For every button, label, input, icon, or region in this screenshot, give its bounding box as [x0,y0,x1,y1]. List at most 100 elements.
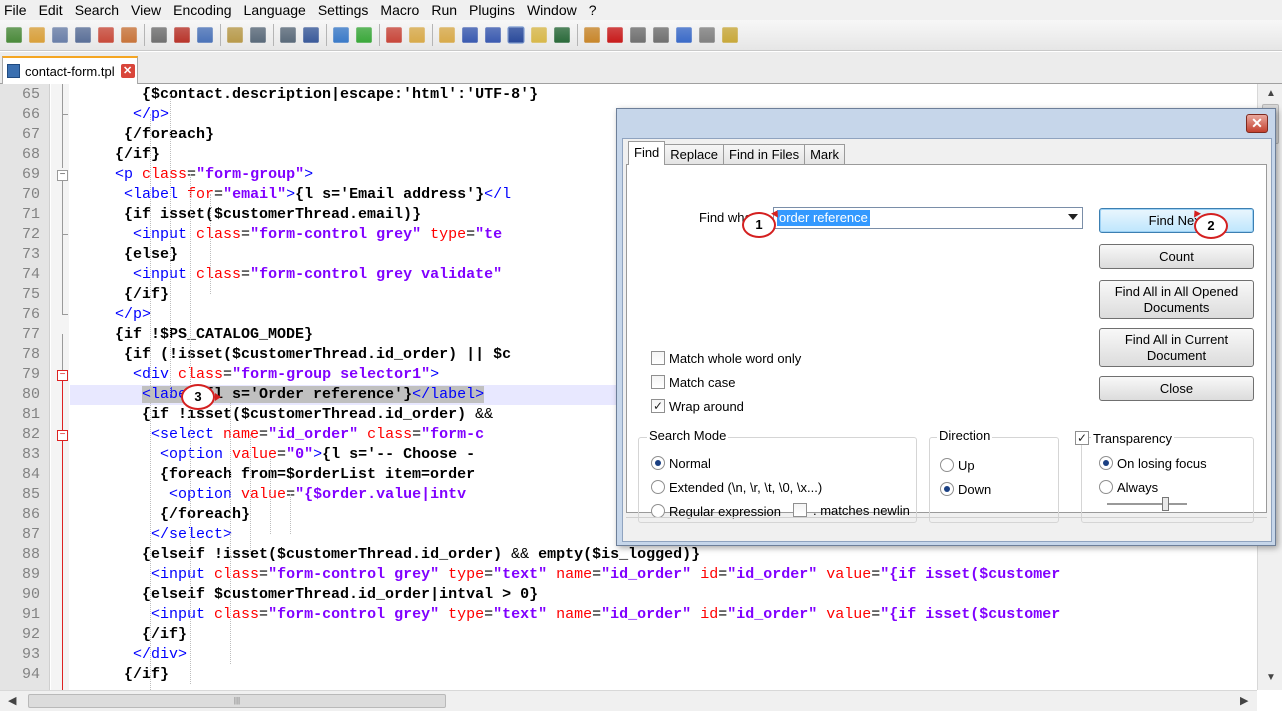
tab-find[interactable]: Find [628,141,666,165]
line-number: 69 [21,166,40,183]
show-all-chars-icon[interactable] [485,27,501,43]
code-token: {if (!isset($customerThread.id_order) ||… [124,346,512,363]
word-wrap-icon[interactable] [462,27,478,43]
match-whole-word-checkbox[interactable] [651,351,665,365]
save-all-icon[interactable] [75,27,91,43]
save-macro-icon[interactable] [699,27,715,43]
replace-icon[interactable] [333,27,349,43]
down-radio[interactable] [940,482,954,496]
code-token: && [475,406,494,423]
play-macro-icon[interactable] [653,27,669,43]
dialog-close-icon[interactable]: ✕ [1246,114,1268,133]
code-line[interactable]: <input class="form-control grey" type="t… [70,565,1257,585]
function-list-icon[interactable] [554,27,570,43]
menu-plugins[interactable]: Plugins [463,0,521,20]
sync-vertical-icon[interactable] [409,27,425,43]
menu-settings[interactable]: Settings [312,0,375,20]
tab-replace[interactable]: Replace [664,144,724,165]
extended-radio[interactable] [651,480,665,494]
regex-radio[interactable] [651,504,665,518]
play-multiple-icon[interactable] [676,27,692,43]
zoom-out-icon[interactable] [386,27,402,43]
code-line[interactable]: </div> [70,645,1257,665]
doc-map-icon[interactable] [531,27,547,43]
code-token: = [592,606,602,623]
menu-view[interactable]: View [125,0,167,20]
menu-macro[interactable]: Macro [374,0,425,20]
code-token: = [223,366,233,383]
close-button[interactable]: Close [1099,376,1254,401]
copy-icon[interactable] [197,27,213,43]
scroll-down-icon[interactable]: ▼ [1266,672,1276,683]
find-what-combobox[interactable]: order reference [773,207,1083,229]
menu-help[interactable]: ? [583,0,603,20]
always-radio[interactable] [1099,480,1113,494]
menu-edit[interactable]: Edit [33,0,69,20]
close-all-icon[interactable] [121,27,137,43]
print-icon[interactable] [151,27,167,43]
line-number: 67 [21,126,40,143]
tab-find-in-files[interactable]: Find in Files [723,144,806,165]
slider-handle[interactable] [1162,497,1169,511]
plugin-icon[interactable] [722,27,738,43]
code-line[interactable]: <input class="form-control grey" type="t… [70,605,1257,625]
fold-collapse-icon[interactable]: − [57,430,68,441]
transparency-checkbox[interactable]: ✓ [1075,431,1089,445]
undo-icon[interactable] [250,27,266,43]
menu-window[interactable]: Window [521,0,583,20]
code-line[interactable]: {/if} [70,625,1257,645]
code-token: "form-group selector1" [232,366,431,383]
zoom-in-icon[interactable] [356,27,372,43]
code-token: {/foreach} [160,506,251,523]
tab-mark[interactable]: Mark [804,144,845,165]
menu-search[interactable]: Search [69,0,125,20]
menu-run[interactable]: Run [425,0,463,20]
redo-icon[interactable] [280,27,296,43]
save-icon[interactable] [52,27,68,43]
code-line[interactable]: {elseif $customerThread.id_order|intval … [70,585,1257,605]
close-tab-icon[interactable]: ✕ [120,64,135,78]
code-line[interactable]: {/if} [70,665,1257,685]
count-button[interactable]: Count [1099,244,1254,269]
folder-workspace-icon[interactable] [584,27,600,43]
menu-file[interactable]: File [0,0,33,20]
code-token: </div> [133,646,188,663]
find-what-input[interactable]: order reference [777,210,870,226]
match-case-checkbox[interactable] [651,375,665,389]
normal-radio[interactable] [651,456,665,470]
find-all-current-button[interactable]: Find All in Current Document [1099,328,1254,367]
record-macro-icon[interactable] [607,27,623,43]
fold-collapse-icon[interactable]: − [57,170,68,181]
open-file-icon[interactable] [29,27,45,43]
matches-newline-checkbox[interactable] [793,503,807,517]
wrap-around-checkbox[interactable]: ✓ [651,399,665,413]
close-icon[interactable] [98,27,114,43]
code-line[interactable]: {elseif !isset($customerThread.id_order)… [70,545,1257,565]
code-line[interactable]: {$contact.description|escape:'html':'UTF… [70,85,1257,105]
stop-record-icon[interactable] [630,27,646,43]
file-tab[interactable]: contact-form.tpl ✕ [2,56,138,84]
up-radio[interactable] [940,458,954,472]
scroll-left-icon[interactable]: ◀ [8,694,16,707]
cut-icon[interactable] [174,27,190,43]
menu-language[interactable]: Language [238,0,312,20]
menu-encoding[interactable]: Encoding [167,0,237,20]
find-icon[interactable] [303,27,319,43]
sync-horizontal-icon[interactable] [439,27,455,43]
find-all-opened-button[interactable]: Find All in All Opened Documents [1099,280,1254,319]
find-next-button[interactable]: Find Next [1099,208,1254,233]
chevron-down-icon[interactable] [1068,214,1078,220]
horizontal-scrollbar[interactable]: ◀ ||| ▶ [0,690,1257,711]
scroll-right-icon[interactable]: ▶ [1240,694,1248,707]
code-token: = [187,166,197,183]
scroll-up-icon[interactable]: ▲ [1266,88,1276,99]
fold-collapse-icon[interactable]: − [57,370,68,381]
code-token: "te [475,226,503,243]
new-file-icon[interactable] [6,27,22,43]
horizontal-scroll-thumb[interactable]: ||| [28,694,446,708]
on-losing-focus-radio[interactable] [1099,456,1113,470]
indent-guide-icon[interactable] [507,26,525,44]
paste-icon[interactable] [227,27,243,43]
transparency-slider[interactable] [1107,497,1187,511]
